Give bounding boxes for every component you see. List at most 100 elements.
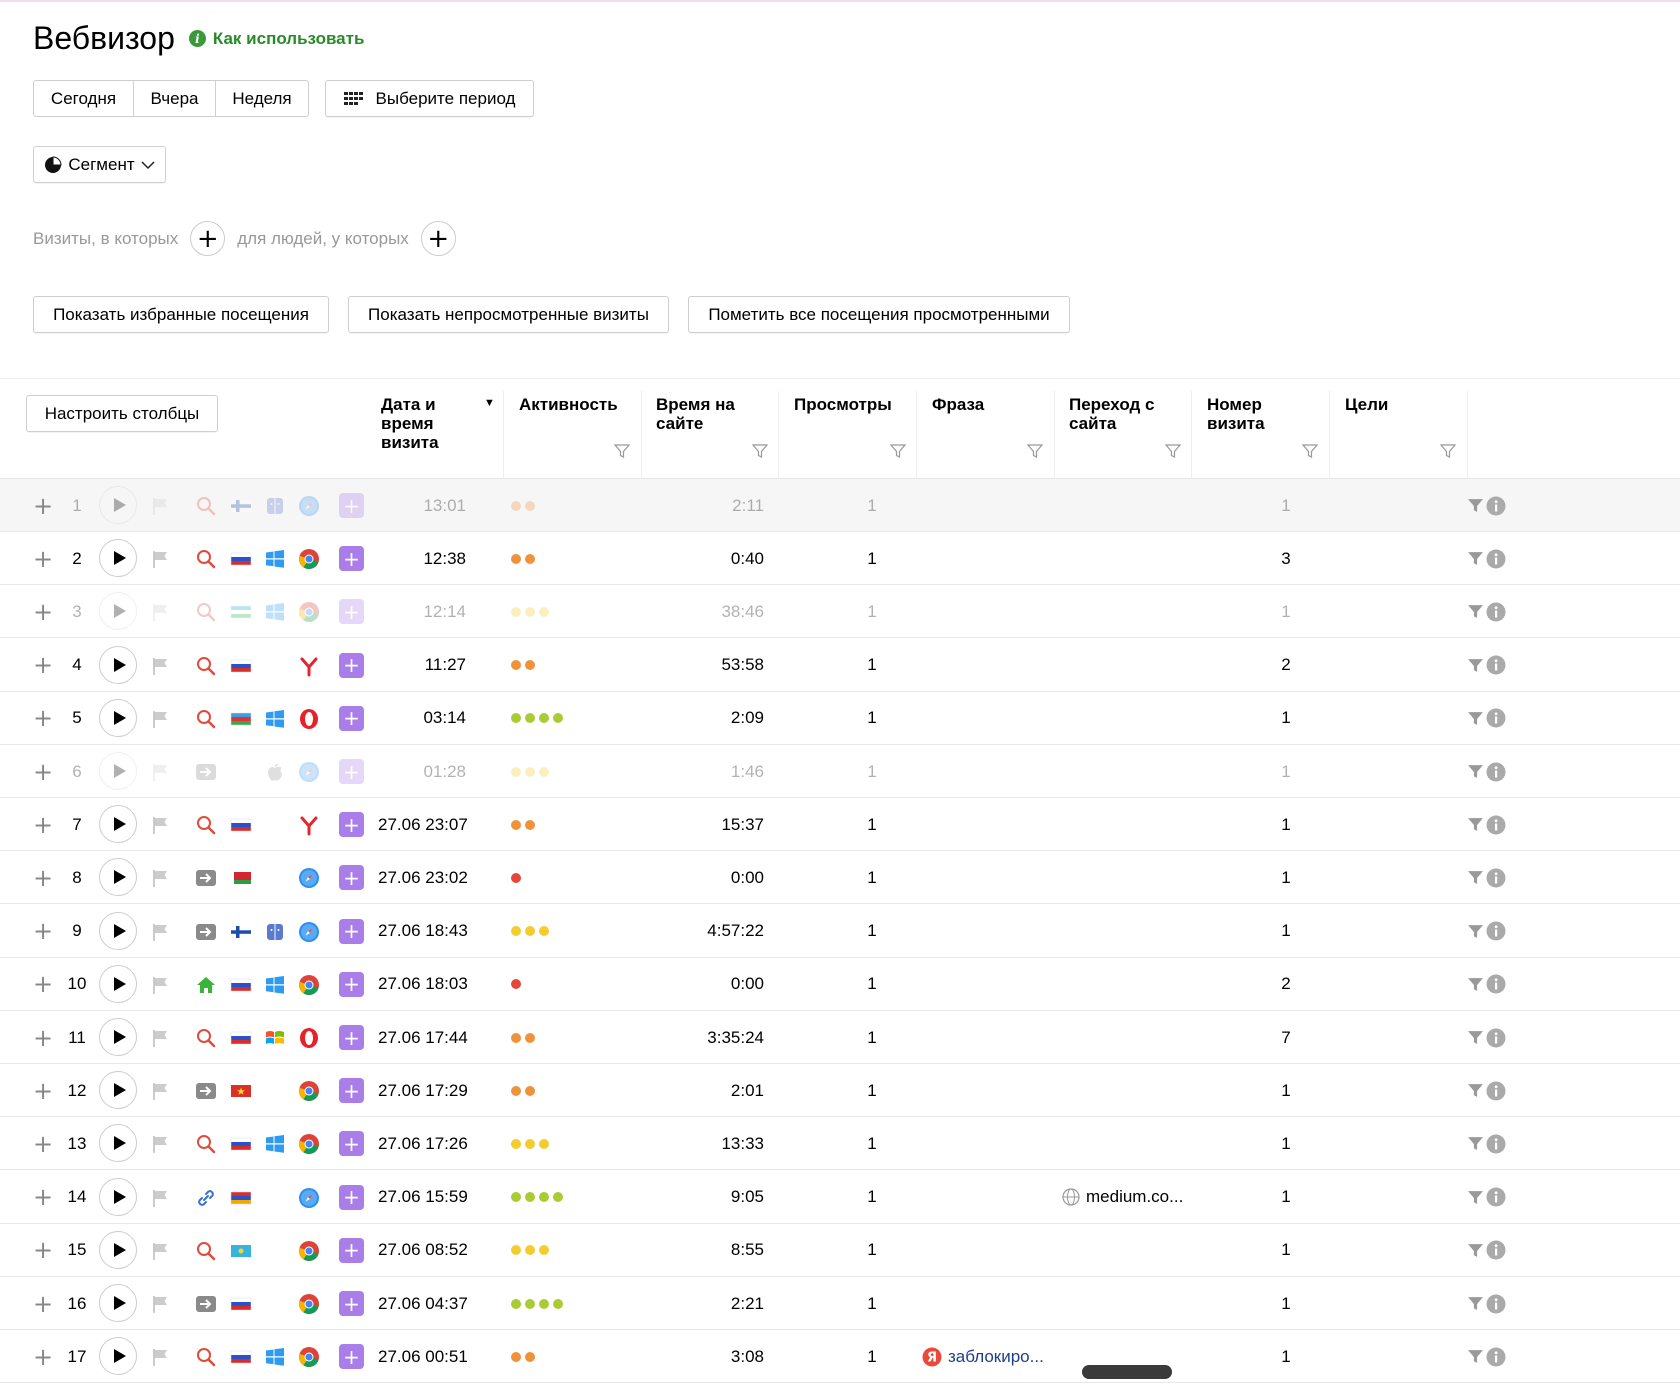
info-icon[interactable]	[1486, 708, 1506, 728]
info-icon[interactable]	[1486, 974, 1506, 994]
info-icon[interactable]	[1486, 1187, 1506, 1207]
filter-icon[interactable]	[1467, 710, 1484, 727]
info-icon[interactable]	[1486, 1028, 1506, 1048]
table-row[interactable]: +1 +13:01 2:11 1 1	[0, 479, 1680, 532]
expand-row-button[interactable]: +	[33, 1277, 53, 1330]
column-activity[interactable]: Активность	[519, 395, 618, 414]
flag-favorite-icon[interactable]	[150, 1240, 172, 1262]
info-icon[interactable]	[1486, 762, 1506, 782]
filter-phrase-icon[interactable]	[1027, 443, 1043, 459]
add-to-segment-button[interactable]: +	[339, 865, 364, 891]
info-icon[interactable]	[1486, 1081, 1506, 1101]
expand-row-button[interactable]: +	[33, 1064, 53, 1117]
show-unviewed-button[interactable]: Показать непросмотренные визиты	[348, 296, 669, 333]
column-referer[interactable]: Переход с сайта	[1069, 395, 1169, 433]
add-to-segment-button[interactable]: +	[339, 1078, 364, 1104]
referer-link[interactable]: medium.co...	[1062, 1171, 1183, 1224]
flag-favorite-icon[interactable]	[150, 1293, 172, 1315]
choose-period-button[interactable]: Выберите период	[325, 80, 534, 117]
expand-row-button[interactable]: +	[33, 1011, 53, 1064]
flag-favorite-icon[interactable]	[150, 655, 172, 677]
expand-row-button[interactable]: +	[33, 851, 53, 904]
expand-row-button[interactable]: +	[33, 585, 53, 638]
flag-favorite-icon[interactable]	[150, 708, 172, 730]
table-row[interactable]: +7 +27.06 23:07 15:37 1 1	[0, 798, 1680, 852]
add-to-segment-button[interactable]: +	[339, 971, 364, 997]
play-button[interactable]	[99, 1018, 137, 1056]
info-icon[interactable]	[1486, 921, 1506, 941]
filter-visit-number-icon[interactable]	[1302, 443, 1318, 459]
play-button[interactable]	[99, 592, 137, 631]
play-button[interactable]	[99, 911, 137, 950]
add-to-segment-button[interactable]: +	[339, 599, 364, 625]
show-favorites-button[interactable]: Показать избранные посещения	[33, 296, 329, 333]
filter-icon[interactable]	[1467, 1135, 1484, 1152]
filter-icon[interactable]	[1467, 763, 1484, 780]
flag-favorite-icon[interactable]	[150, 867, 172, 889]
filter-icon[interactable]	[1467, 1348, 1484, 1365]
expand-row-button[interactable]: +	[33, 639, 53, 692]
filter-icon[interactable]	[1467, 1189, 1484, 1206]
info-icon[interactable]	[1486, 655, 1506, 675]
flag-favorite-icon[interactable]	[150, 1133, 172, 1155]
column-views[interactable]: Просмотры	[794, 395, 892, 414]
add-to-segment-button[interactable]: +	[339, 1131, 364, 1157]
period-yesterday-button[interactable]: Вчера	[134, 81, 216, 116]
filter-icon[interactable]	[1467, 869, 1484, 886]
expand-row-button[interactable]: +	[33, 479, 53, 532]
flag-favorite-icon[interactable]	[150, 814, 172, 836]
column-date[interactable]: Дата и время визита	[381, 395, 476, 452]
info-icon[interactable]	[1486, 1347, 1506, 1367]
table-row[interactable]: +4 +11:27 53:58 1 2	[0, 639, 1680, 692]
info-icon[interactable]	[1486, 549, 1506, 569]
filter-goals-icon[interactable]	[1440, 443, 1456, 459]
info-icon[interactable]	[1486, 815, 1506, 835]
column-phrase[interactable]: Фраза	[932, 395, 984, 414]
add-to-segment-button[interactable]: +	[339, 546, 364, 572]
table-row[interactable]: +15 +27.06 08:52 8:55 1 1	[0, 1224, 1680, 1277]
add-to-segment-button[interactable]: +	[339, 1184, 364, 1210]
add-people-filter-button[interactable]: +	[420, 221, 456, 256]
info-icon[interactable]	[1486, 1294, 1506, 1314]
table-row[interactable]: +14 +27.06 15:59 9:05 1 medium.co... 1	[0, 1171, 1680, 1224]
filter-activity-icon[interactable]	[614, 443, 630, 459]
filter-icon[interactable]	[1467, 657, 1484, 674]
expand-row-button[interactable]: +	[33, 1171, 53, 1224]
period-week-button[interactable]: Неделя	[216, 81, 308, 116]
filter-views-icon[interactable]	[890, 443, 906, 459]
segment-dropdown[interactable]: Сегмент	[33, 146, 166, 183]
expand-row-button[interactable]: +	[33, 745, 53, 798]
flag-favorite-icon[interactable]	[150, 1346, 172, 1368]
play-button[interactable]	[99, 1284, 137, 1322]
play-button[interactable]	[99, 1124, 137, 1163]
table-row[interactable]: +2 +12:38 0:40 1 3	[0, 532, 1680, 586]
add-to-segment-button[interactable]: +	[339, 652, 364, 678]
configure-columns-button[interactable]: Настроить столбцы	[26, 395, 218, 432]
play-button[interactable]	[99, 486, 137, 524]
play-button[interactable]	[99, 1177, 137, 1216]
add-visit-filter-button[interactable]: +	[190, 221, 226, 256]
info-icon[interactable]	[1486, 1134, 1506, 1154]
expand-row-button[interactable]: +	[33, 1117, 53, 1170]
filter-referer-icon[interactable]	[1165, 443, 1181, 459]
flag-favorite-icon[interactable]	[150, 1080, 172, 1102]
table-row[interactable]: +3 +12:14 38:46 1 1	[0, 585, 1680, 639]
filter-icon[interactable]	[1467, 1295, 1484, 1312]
column-goals[interactable]: Цели	[1345, 395, 1388, 414]
filter-icon[interactable]	[1467, 550, 1484, 567]
play-button[interactable]	[99, 752, 137, 790]
info-icon[interactable]	[1486, 496, 1506, 516]
expand-row-button[interactable]: +	[33, 1224, 53, 1277]
info-icon[interactable]	[1486, 1240, 1506, 1260]
filter-icon[interactable]	[1467, 816, 1484, 833]
sort-desc-icon[interactable]: ▼	[484, 397, 495, 409]
how-to-use-link[interactable]: i Как использовать	[188, 29, 364, 49]
expand-row-button[interactable]: +	[33, 692, 53, 745]
search-phrase[interactable]: Язаблокиро...	[922, 1330, 1044, 1383]
add-to-segment-button[interactable]: +	[339, 1344, 364, 1370]
flag-favorite-icon[interactable]	[150, 495, 172, 517]
add-to-segment-button[interactable]: +	[339, 705, 364, 731]
play-button[interactable]	[99, 1071, 137, 1110]
table-row[interactable]: +9 +27.06 18:43 4:57:22 1 1	[0, 905, 1680, 958]
filter-icon[interactable]	[1467, 976, 1484, 993]
